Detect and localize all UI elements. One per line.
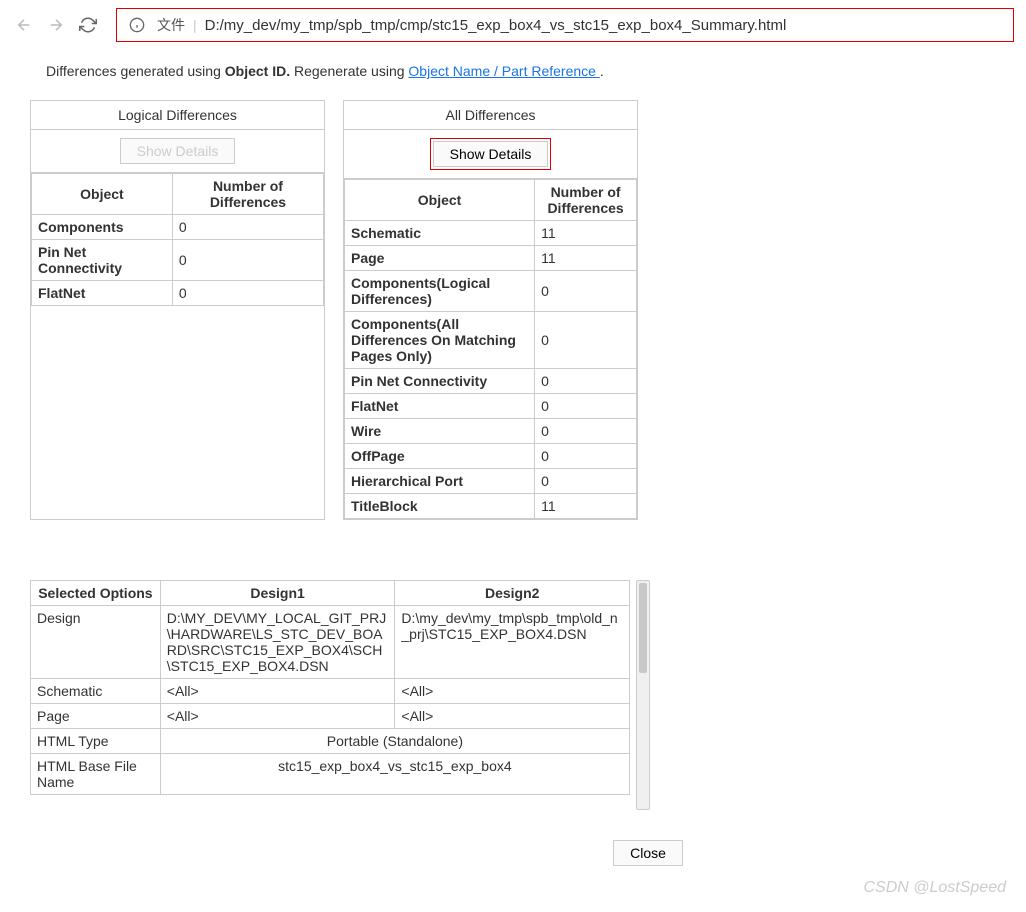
table-row: Wire0	[345, 419, 637, 444]
info-icon	[125, 13, 149, 37]
all-differences-box: All Differences Show Details ObjectNumbe…	[343, 100, 638, 520]
table-row: HTML Type Portable (Standalone)	[31, 729, 630, 754]
regenerate-link[interactable]: Object Name / Part Reference	[408, 63, 599, 79]
col-object: Object	[345, 180, 535, 221]
forward-icon[interactable]	[44, 13, 68, 37]
all-show-details-button[interactable]: Show Details	[433, 141, 549, 167]
col-design2: Design2	[395, 581, 630, 606]
col-object: Object	[32, 174, 173, 215]
table-row: HTML Base File Name stc15_exp_box4_vs_st…	[31, 754, 630, 795]
table-row: Page11	[345, 246, 637, 271]
table-row: Components(Logical Differences)0	[345, 271, 637, 312]
col-design1: Design1	[160, 581, 395, 606]
table-row: Design D:\MY_DEV\MY_LOCAL_GIT_PRJ\HARDWA…	[31, 606, 630, 679]
table-row: Pin Net Connectivity0	[345, 369, 637, 394]
intro-text: Differences generated using Object ID. R…	[46, 60, 1006, 82]
close-button[interactable]: Close	[613, 840, 683, 866]
table-row: FlatNet0	[345, 394, 637, 419]
selected-options-table: Selected Options Design1 Design2 Design …	[30, 580, 630, 795]
watermark: CSDN @LostSpeed	[863, 879, 1006, 897]
table-row: OffPage0	[345, 444, 637, 469]
table-row: FlatNet0	[32, 281, 324, 306]
col-number: Number of Differences	[172, 174, 323, 215]
table-row: Pin Net Connectivity0	[32, 240, 324, 281]
table-row: Hierarchical Port0	[345, 469, 637, 494]
col-selected-options: Selected Options	[31, 581, 161, 606]
address-bar[interactable]: 文件 | D:/my_dev/my_tmp/spb_tmp/cmp/stc15_…	[116, 8, 1014, 42]
logical-show-details-button[interactable]: Show Details	[120, 138, 236, 164]
logical-title: Logical Differences	[31, 101, 324, 130]
scrollbar[interactable]	[636, 580, 650, 810]
back-icon[interactable]	[12, 13, 36, 37]
reload-icon[interactable]	[76, 13, 100, 37]
url-text: D:/my_dev/my_tmp/spb_tmp/cmp/stc15_exp_b…	[205, 17, 1005, 34]
col-number: Number of Differences	[535, 180, 637, 221]
logical-differences-box: Logical Differences Show Details ObjectN…	[30, 100, 325, 520]
table-row: Schematic <All> <All>	[31, 679, 630, 704]
file-label: 文件	[157, 15, 185, 35]
table-row: Schematic11	[345, 221, 637, 246]
table-row: Page <All> <All>	[31, 704, 630, 729]
table-row: Components0	[32, 215, 324, 240]
table-row: TitleBlock11	[345, 494, 637, 519]
table-row: Components(All Differences On Matching P…	[345, 312, 637, 369]
all-title: All Differences	[344, 101, 637, 130]
